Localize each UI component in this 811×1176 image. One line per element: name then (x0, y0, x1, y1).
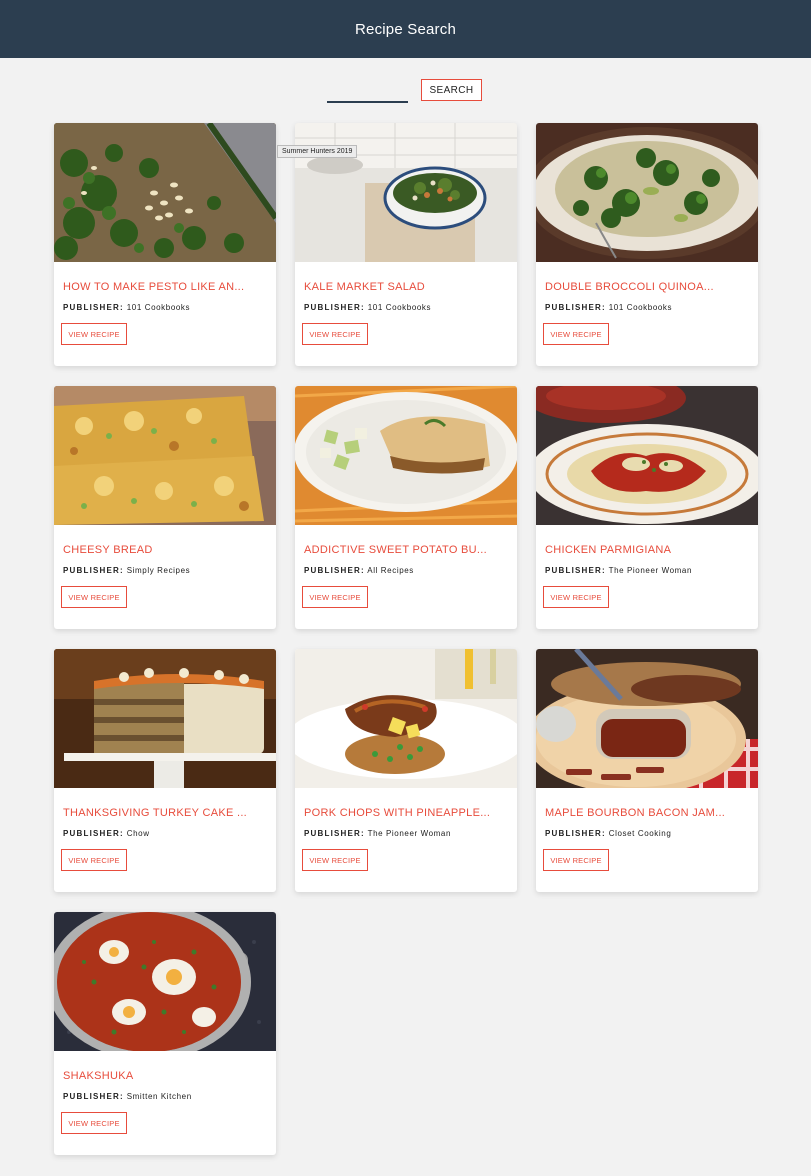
recipe-publisher: PUBLISHER: Simply Recipes (63, 566, 190, 575)
recipe-title: THANKSGIVING TURKEY CAKE ... (63, 807, 248, 819)
recipe-publisher: PUBLISHER: Closet Cooking (545, 829, 671, 838)
recipe-card: MAPLE BOURBON BACON JAM... PUBLISHER: Cl… (536, 649, 758, 892)
recipe-publisher: PUBLISHER: 101 Cookbooks (63, 303, 190, 312)
publisher-name: All Recipes (367, 566, 414, 575)
recipe-card: CHEESY BREAD PUBLISHER: Simply Recipes V… (54, 386, 276, 629)
publisher-label: PUBLISHER: (63, 1092, 124, 1101)
publisher-label: PUBLISHER: (545, 303, 606, 312)
publisher-name: Smitten Kitchen (126, 1092, 192, 1101)
recipe-publisher: PUBLISHER: Smitten Kitchen (63, 1092, 192, 1101)
publisher-label: PUBLISHER: (545, 566, 606, 575)
recipe-card: KALE MARKET SALAD PUBLISHER: 101 Cookboo… (295, 123, 517, 366)
publisher-label: PUBLISHER: (304, 303, 365, 312)
recipe-card: THANKSGIVING TURKEY CAKE ... PUBLISHER: … (54, 649, 276, 892)
view-recipe-button[interactable]: VIEW RECIPE (61, 849, 127, 871)
search-bar: SEARCH (0, 58, 811, 124)
chicken-parmigiana-image[interactable] (536, 386, 758, 525)
publisher-label: PUBLISHER: (63, 829, 124, 838)
recipe-title: CHEESY BREAD (63, 544, 153, 556)
sweet-potato-burrito-image[interactable] (295, 386, 517, 525)
recipe-card: SHAKSHUKA PUBLISHER: Smitten Kitchen VIE… (54, 912, 276, 1155)
recipe-card: DOUBLE BROCCOLI QUINOA... PUBLISHER: 101… (536, 123, 758, 366)
kale-salad-image[interactable] (295, 123, 517, 262)
view-recipe-button[interactable]: VIEW RECIPE (543, 586, 609, 608)
recipe-publisher: PUBLISHER: 101 Cookbooks (545, 303, 672, 312)
recipe-publisher: PUBLISHER: 101 Cookbooks (304, 303, 431, 312)
publisher-label: PUBLISHER: (545, 829, 606, 838)
view-recipe-button[interactable]: VIEW RECIPE (61, 323, 127, 345)
search-input[interactable] (327, 84, 408, 103)
recipe-publisher: PUBLISHER: The Pioneer Woman (304, 829, 451, 838)
publisher-name: Chow (126, 829, 150, 838)
view-recipe-button[interactable]: VIEW RECIPE (302, 586, 368, 608)
publisher-name: Closet Cooking (608, 829, 672, 838)
pork-chops-image[interactable] (295, 649, 517, 788)
image-tooltip: Summer Hunters 2019 (277, 145, 358, 158)
publisher-name: 101 Cookbooks (367, 303, 432, 312)
recipe-card: PORK CHOPS WITH PINEAPPLE... PUBLISHER: … (295, 649, 517, 892)
publisher-label: PUBLISHER: (63, 566, 124, 575)
recipe-grid: HOW TO MAKE PESTO LIKE AN... PUBLISHER: … (54, 123, 758, 1155)
publisher-name: Simply Recipes (126, 566, 191, 575)
recipe-title: ADDICTIVE SWEET POTATO BU... (304, 544, 487, 556)
view-recipe-button[interactable]: VIEW RECIPE (61, 586, 127, 608)
publisher-name: 101 Cookbooks (608, 303, 673, 312)
shakshuka-image[interactable] (54, 912, 276, 1051)
recipe-publisher: PUBLISHER: The Pioneer Woman (545, 566, 692, 575)
recipe-card: ADDICTIVE SWEET POTATO BU... PUBLISHER: … (295, 386, 517, 629)
publisher-label: PUBLISHER: (304, 829, 365, 838)
view-recipe-button[interactable]: VIEW RECIPE (543, 323, 609, 345)
turkey-cake-image[interactable] (54, 649, 276, 788)
recipe-title: CHICKEN PARMIGIANA (545, 544, 672, 556)
recipe-title: KALE MARKET SALAD (304, 281, 426, 293)
view-recipe-button[interactable]: VIEW RECIPE (302, 323, 368, 345)
recipe-card: HOW TO MAKE PESTO LIKE AN... PUBLISHER: … (54, 123, 276, 366)
page-title: Recipe Search (355, 20, 456, 38)
view-recipe-button[interactable]: VIEW RECIPE (302, 849, 368, 871)
recipe-title: MAPLE BOURBON BACON JAM... (545, 807, 726, 819)
bacon-jam-image[interactable] (536, 649, 758, 788)
publisher-name: The Pioneer Woman (608, 566, 693, 575)
recipe-title: PORK CHOPS WITH PINEAPPLE... (304, 807, 491, 819)
recipe-title: HOW TO MAKE PESTO LIKE AN... (63, 281, 245, 293)
publisher-name: 101 Cookbooks (126, 303, 191, 312)
recipe-publisher: PUBLISHER: Chow (63, 829, 150, 838)
recipe-title: DOUBLE BROCCOLI QUINOA... (545, 281, 714, 293)
recipe-publisher: PUBLISHER: All Recipes (304, 566, 414, 575)
publisher-label: PUBLISHER: (63, 303, 124, 312)
publisher-name: The Pioneer Woman (367, 829, 452, 838)
broccoli-quinoa-image[interactable] (536, 123, 758, 262)
view-recipe-button[interactable]: VIEW RECIPE (543, 849, 609, 871)
app-header: Recipe Search (0, 0, 811, 58)
recipe-title: SHAKSHUKA (63, 1070, 134, 1082)
publisher-label: PUBLISHER: (304, 566, 365, 575)
search-button[interactable]: SEARCH (421, 79, 482, 101)
recipe-card: CHICKEN PARMIGIANA PUBLISHER: The Pionee… (536, 386, 758, 629)
cheesy-bread-image[interactable] (54, 386, 276, 525)
view-recipe-button[interactable]: VIEW RECIPE (61, 1112, 127, 1134)
pesto-image[interactable] (54, 123, 276, 262)
